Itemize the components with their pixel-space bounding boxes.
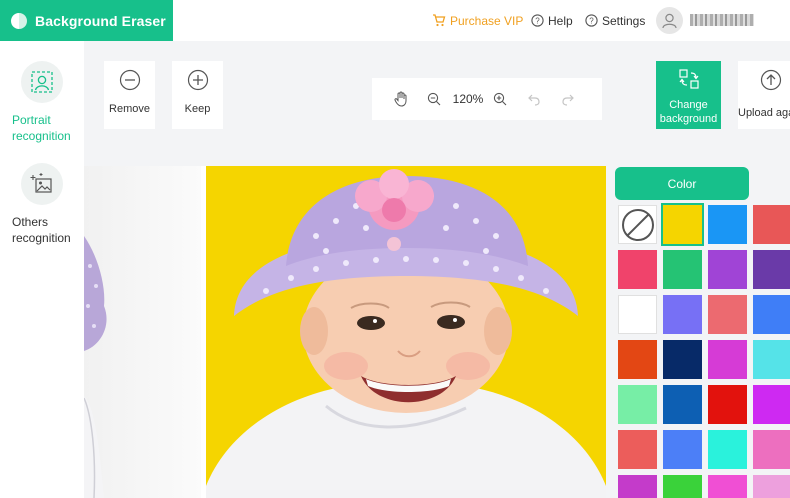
color-swatch[interactable] bbox=[708, 430, 747, 469]
color-swatch[interactable] bbox=[753, 250, 790, 289]
color-swatch[interactable] bbox=[618, 340, 657, 379]
pan-hand-button[interactable] bbox=[392, 78, 410, 120]
color-swatch[interactable] bbox=[753, 475, 790, 498]
top-bar: Background Eraser Purchase VIP ? Help ? … bbox=[0, 0, 790, 41]
username-redacted bbox=[690, 14, 754, 26]
color-swatch[interactable] bbox=[663, 430, 702, 469]
color-swatch[interactable] bbox=[663, 250, 702, 289]
settings-icon: ? bbox=[585, 14, 598, 27]
color-swatch[interactable] bbox=[663, 475, 702, 498]
color-swatch[interactable] bbox=[663, 340, 702, 379]
color-swatch[interactable] bbox=[708, 340, 747, 379]
redo-button[interactable] bbox=[560, 78, 576, 120]
color-swatch[interactable] bbox=[663, 295, 702, 334]
zoom-in-icon bbox=[493, 92, 507, 106]
color-swatch[interactable] bbox=[708, 385, 747, 424]
upload-icon bbox=[760, 69, 782, 91]
color-swatch[interactable] bbox=[618, 295, 657, 334]
plus-circle-icon bbox=[187, 69, 208, 91]
zoom-out-button[interactable] bbox=[426, 78, 442, 120]
purchase-vip-link[interactable]: Purchase VIP bbox=[432, 0, 523, 41]
change-background-button[interactable]: Change background bbox=[656, 61, 721, 129]
help-label: Help bbox=[548, 13, 573, 28]
color-swatch[interactable] bbox=[708, 295, 747, 334]
remove-label: Remove bbox=[109, 103, 150, 115]
color-swatch[interactable] bbox=[708, 205, 747, 244]
no-color-icon bbox=[621, 208, 654, 241]
image-sparkle-icon bbox=[21, 163, 63, 205]
tab-color[interactable]: Color bbox=[615, 167, 749, 200]
user-icon bbox=[662, 13, 677, 29]
color-swatch[interactable] bbox=[618, 475, 657, 498]
color-swatch[interactable] bbox=[753, 205, 790, 244]
recognition-sidebar: Portrait recognition Others recognition bbox=[0, 41, 84, 498]
baby-photo-icon bbox=[206, 169, 606, 498]
sidebar-item-others-recognition[interactable]: Others recognition bbox=[0, 151, 84, 251]
svg-text:?: ? bbox=[535, 17, 540, 26]
zoom-toolbar: 120% bbox=[372, 78, 602, 120]
svg-text:?: ? bbox=[589, 17, 594, 26]
color-swatch[interactable] bbox=[753, 295, 790, 334]
result-image-preview bbox=[206, 166, 606, 498]
swap-image-icon bbox=[678, 69, 699, 89]
color-swatch[interactable] bbox=[661, 203, 704, 246]
color-swatch[interactable] bbox=[618, 430, 657, 469]
app-logo-icon bbox=[11, 12, 27, 29]
user-avatar[interactable] bbox=[656, 7, 683, 34]
zoom-in-button[interactable] bbox=[492, 78, 508, 120]
color-swatch[interactable] bbox=[708, 475, 747, 498]
color-swatch[interactable] bbox=[753, 385, 790, 424]
others-recognition-label: Others recognition bbox=[12, 215, 71, 245]
portrait-frame-icon bbox=[21, 61, 63, 103]
color-swatch[interactable] bbox=[708, 250, 747, 289]
original-image-preview bbox=[84, 166, 201, 498]
change-background-label: Change background bbox=[659, 99, 718, 125]
zoom-out-icon bbox=[427, 92, 441, 106]
cart-icon bbox=[433, 14, 446, 27]
app-title: Background Eraser bbox=[35, 12, 166, 29]
no-color-swatch[interactable] bbox=[618, 205, 657, 244]
portrait-recognition-label: Portrait recognition bbox=[12, 113, 71, 143]
upload-again-button[interactable]: Upload again bbox=[738, 61, 790, 129]
app-brand: Background Eraser bbox=[0, 0, 173, 41]
keep-label: Keep bbox=[184, 103, 211, 115]
image-canvas[interactable] bbox=[84, 166, 606, 498]
redo-icon bbox=[562, 94, 574, 106]
remove-tool-button[interactable]: Remove bbox=[104, 61, 155, 129]
zoom-level: 120% bbox=[452, 92, 484, 106]
original-photo-icon bbox=[84, 236, 107, 498]
color-swatch[interactable] bbox=[753, 340, 790, 379]
color-swatch[interactable] bbox=[618, 250, 657, 289]
purchase-vip-label: Purchase VIP bbox=[450, 13, 524, 28]
undo-icon bbox=[528, 94, 540, 106]
color-swatch[interactable] bbox=[663, 385, 702, 424]
settings-label: Settings bbox=[602, 13, 646, 28]
help-icon: ? bbox=[531, 14, 544, 27]
color-swatch[interactable] bbox=[618, 385, 657, 424]
help-link[interactable]: ? Help bbox=[531, 0, 573, 41]
settings-link[interactable]: ? Settings bbox=[585, 0, 645, 41]
keep-tool-button[interactable]: Keep bbox=[172, 61, 223, 129]
upload-again-label: Upload again bbox=[738, 107, 790, 119]
color-swatch[interactable] bbox=[753, 430, 790, 469]
sidebar-item-portrait-recognition[interactable]: Portrait recognition bbox=[0, 41, 84, 151]
undo-button[interactable] bbox=[526, 78, 542, 120]
hand-icon bbox=[393, 91, 406, 107]
minus-circle-icon bbox=[119, 69, 140, 91]
